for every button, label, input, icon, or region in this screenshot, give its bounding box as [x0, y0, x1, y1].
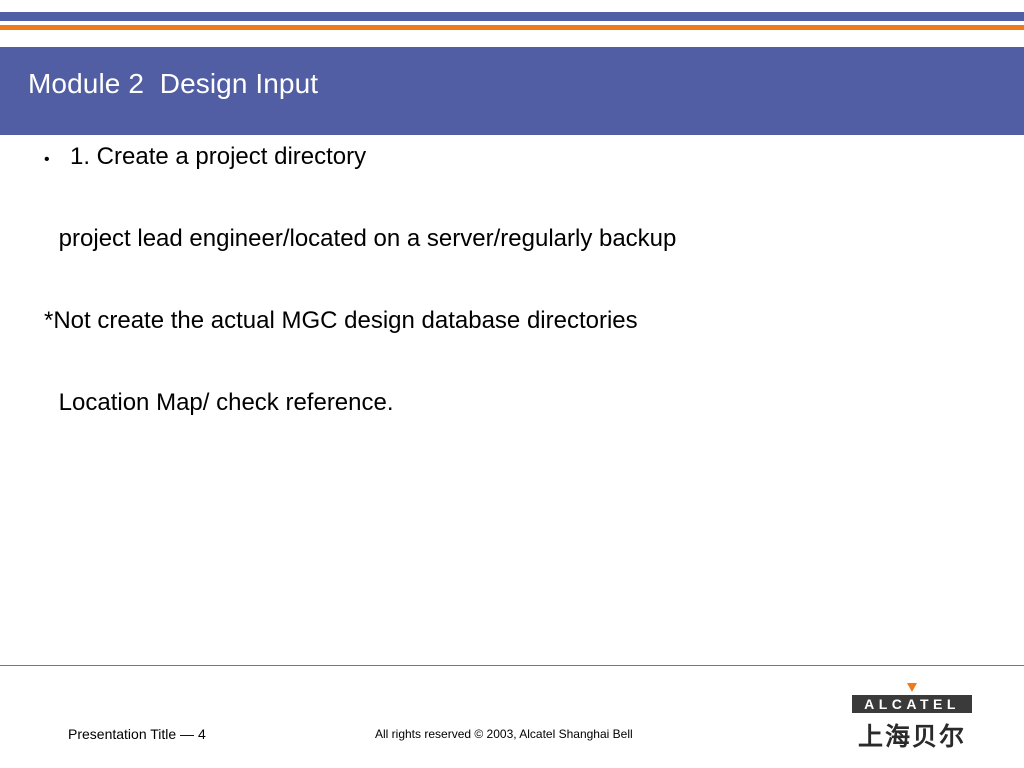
- top-blue-stripe: [0, 12, 1024, 21]
- slide-title: Module 2 Design Input: [28, 68, 319, 99]
- footer-divider: [0, 665, 1024, 666]
- body-line-1: 1. Create a project directory: [70, 143, 367, 170]
- body-line-4: Location Map/ check reference.: [52, 389, 394, 416]
- bullet-point-icon: •: [44, 151, 50, 168]
- title-bar: Module 2 Design Input: [0, 47, 1024, 135]
- logo-orange-triangle: [907, 683, 917, 692]
- top-orange-stripe: [0, 25, 1024, 30]
- logo-wordmark: ALCATEL: [864, 696, 960, 712]
- alcatel-shanghai-bell-logo: ALCATEL 上海贝尔: [850, 681, 974, 753]
- body-line-3: *Not create the actual MGC design databa…: [44, 307, 638, 334]
- footer-presentation-title: Presentation Title — 4: [68, 726, 206, 742]
- logo-chinese-name: 上海贝尔: [858, 722, 966, 751]
- footer-copyright: All rights reserved © 2003, Alcatel Shan…: [375, 727, 633, 741]
- body-line-2: project lead engineer/located on a serve…: [52, 225, 677, 252]
- logo-graphic: ALCATEL 上海贝尔: [852, 683, 972, 751]
